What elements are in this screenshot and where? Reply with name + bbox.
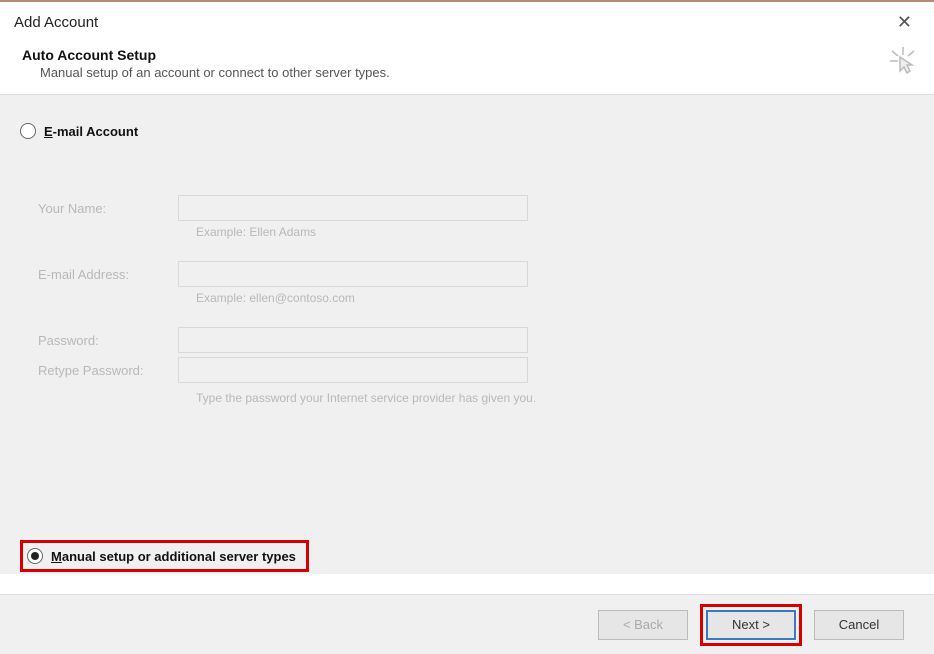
retype-input [178,357,528,383]
name-input [178,195,528,221]
header-subtitle: Manual setup of an account or connect to… [40,65,912,80]
close-icon: ✕ [897,12,912,32]
header-section: Auto Account Setup Manual setup of an ac… [0,39,934,94]
cursor-click-icon [888,45,918,82]
title-bar: Add Account ✕ [0,0,934,39]
footer-bar: < Back Next > Cancel [0,594,934,654]
retype-label: Retype Password: [38,363,178,378]
email-account-label: E-mail Account [44,124,138,139]
close-button[interactable]: ✕ [889,10,920,35]
email-input [178,261,528,287]
manual-setup-option[interactable]: Manual setup or additional server types [20,540,309,572]
email-label: E-mail Address: [38,267,178,282]
name-label: Your Name: [38,201,178,216]
main-body: E-mail Account Your Name: Example: Ellen… [0,94,934,574]
cancel-button[interactable]: Cancel [814,610,904,640]
name-row: Your Name: [38,195,914,221]
next-button-highlight: Next > [700,604,802,646]
header-title: Auto Account Setup [22,47,912,63]
password-hint: Type the password your Internet service … [196,391,914,405]
name-hint: Example: Ellen Adams [196,225,914,239]
password-row: Password: [38,327,914,353]
password-label: Password: [38,333,178,348]
email-account-option[interactable]: E-mail Account [20,123,914,139]
retype-row: Retype Password: [38,357,914,383]
radio-unselected-icon [20,123,36,139]
radio-selected-icon [27,548,43,564]
back-button: < Back [598,610,688,640]
window-title: Add Account [14,14,98,31]
manual-setup-label: Manual setup or additional server types [51,549,296,564]
password-input [178,327,528,353]
email-hint: Example: ellen@contoso.com [196,291,914,305]
email-row: E-mail Address: [38,261,914,287]
form-area: Your Name: Example: Ellen Adams E-mail A… [38,195,914,405]
next-button[interactable]: Next > [706,610,796,640]
